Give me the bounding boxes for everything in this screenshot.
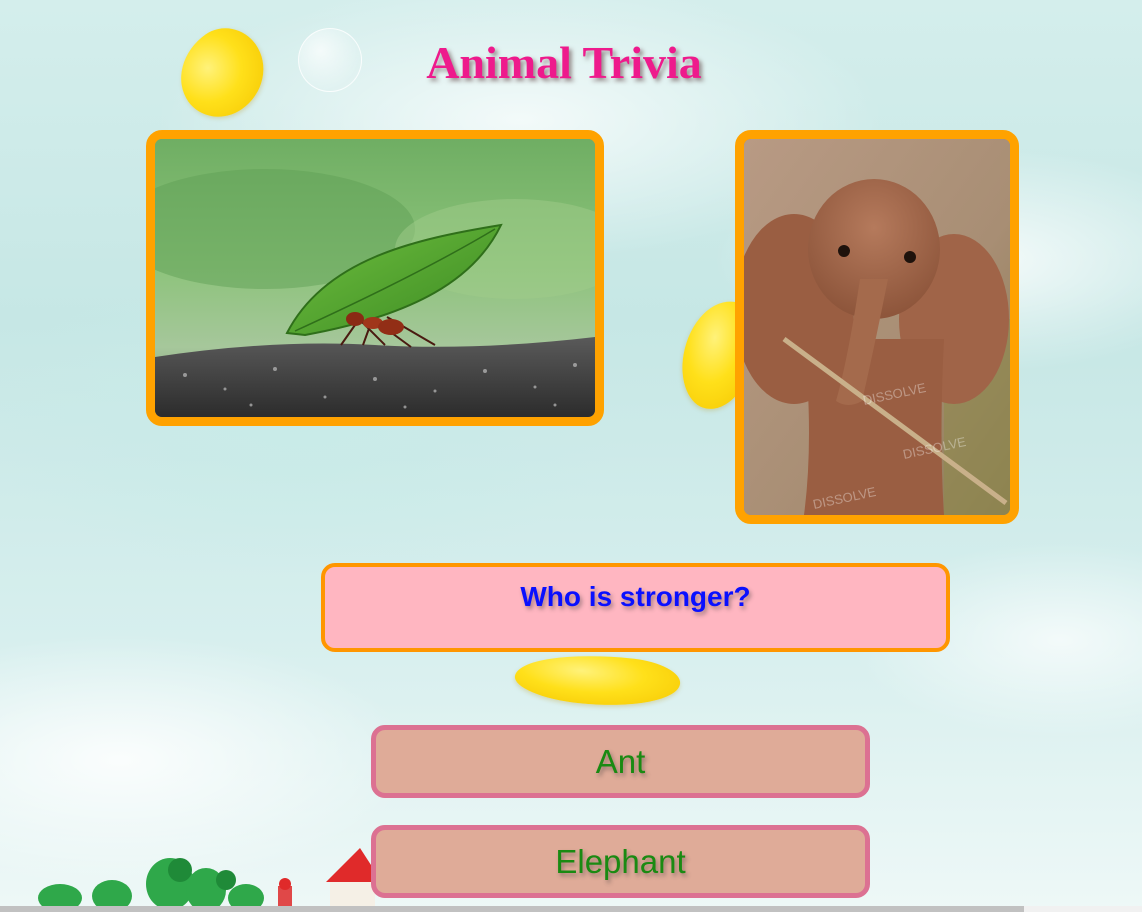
elephant-photo-image: DISSOLVE DISSOLVE DISSOLVE [744, 139, 1010, 515]
yellow-petal-decoration [512, 646, 683, 714]
answer-button-elephant[interactable]: Elephant [371, 825, 870, 898]
question-text: Who is stronger? [520, 581, 751, 612]
ant-carrying-leaf-photo [146, 130, 604, 426]
answer-button-ant[interactable]: Ant [371, 725, 870, 798]
horizontal-scrollbar[interactable] [0, 906, 1142, 912]
garden-decoration [38, 848, 382, 912]
baby-elephant-photo: DISSOLVE DISSOLVE DISSOLVE [735, 130, 1019, 524]
question-box: Who is stronger? [321, 563, 950, 652]
page-title: Animal Trivia [426, 37, 702, 88]
scrollbar-thumb[interactable] [0, 906, 1024, 912]
ant-photo-image [155, 139, 595, 417]
